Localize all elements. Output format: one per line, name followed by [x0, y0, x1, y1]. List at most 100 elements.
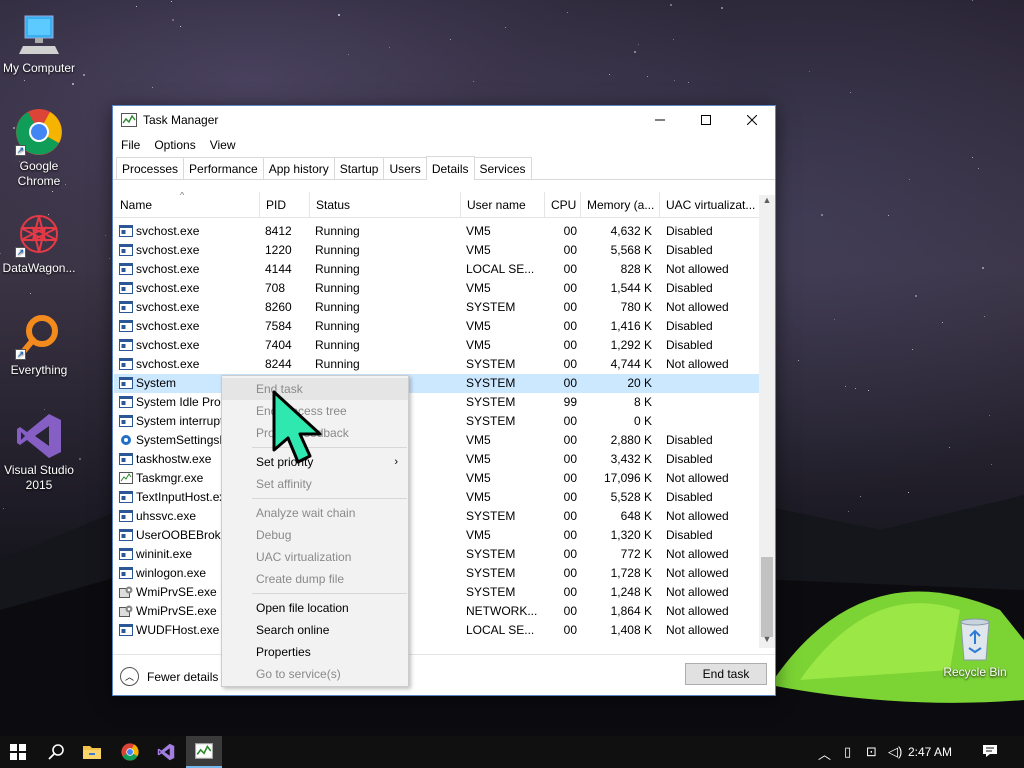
context-menu-item-properties[interactable]: Properties: [222, 641, 408, 663]
tab-users[interactable]: Users: [383, 157, 427, 179]
process-cpu: 00: [563, 452, 577, 466]
tab-strip: Processes Performance App history Startu…: [113, 156, 775, 180]
star: [674, 80, 675, 81]
close-button[interactable]: [729, 106, 775, 134]
process-icon: [119, 415, 133, 427]
taskbar-file-explorer[interactable]: [74, 736, 110, 768]
star: [673, 39, 674, 40]
tab-services[interactable]: Services: [473, 157, 532, 179]
vertical-scrollbar[interactable]: ▲ ▼: [759, 195, 775, 648]
context-menu-item-open-file-location[interactable]: Open file location: [222, 597, 408, 619]
desktop-icon-my-computer[interactable]: My Computer: [0, 10, 78, 76]
everything-search-icon: ↗: [15, 312, 63, 360]
volume-icon[interactable]: ◁): [888, 744, 902, 760]
network-icon[interactable]: ⊡: [866, 744, 877, 760]
table-row[interactable]: svchost.exe 4144 Running LOCAL SE... 00 828 K…: [114, 260, 760, 279]
process-icon: [119, 377, 133, 389]
process-uac: [666, 374, 766, 393]
menu-options[interactable]: Options: [150, 138, 199, 152]
process-icon: [119, 624, 133, 636]
tray-device-icon[interactable]: ▯: [844, 744, 851, 760]
scroll-up-icon[interactable]: ▲: [759, 195, 775, 209]
table-row[interactable]: winlogon.exe SYSTEM 00 1,728 K Not allowed: [114, 564, 760, 583]
column-header-user-name[interactable]: User name: [461, 192, 545, 218]
menu-view[interactable]: View: [206, 138, 240, 152]
table-row[interactable]: WmiPrvSE.exe NETWORK... 00 1,864 K Not allow…: [114, 602, 760, 621]
title-bar[interactable]: Task Manager: [113, 106, 775, 134]
minimize-button[interactable]: [637, 106, 683, 134]
scroll-down-icon[interactable]: ▼: [759, 634, 775, 648]
star: [30, 293, 31, 294]
process-user: VM5: [466, 319, 491, 333]
tab-startup[interactable]: Startup: [333, 157, 385, 179]
star: [505, 27, 506, 28]
table-row[interactable]: TextInputHost.ex VM5 00 5,528 K Disabled: [114, 488, 760, 507]
process-cpu: 00: [563, 509, 577, 523]
desktop-icon-everything[interactable]: ↗ Everything: [0, 312, 78, 378]
tab-details[interactable]: Details: [425, 156, 475, 180]
column-header-pid[interactable]: PID: [260, 192, 310, 218]
table-row[interactable]: Taskmgr.exe VM5 00 17,096 K Not allowed: [114, 469, 760, 488]
process-memory: 1,544 K: [610, 281, 652, 295]
process-cpu: 00: [563, 604, 577, 618]
taskbar-task-manager[interactable]: [186, 736, 222, 768]
process-memory: 1,864 K: [610, 604, 652, 618]
maximize-button[interactable]: [683, 106, 729, 134]
table-row[interactable]: UserOOBEBroker VM5 00 1,320 K Disabled: [114, 526, 760, 545]
process-pid: 7404: [265, 338, 292, 352]
table-row[interactable]: uhssvc.exe SYSTEM 00 648 K Not allowed: [114, 507, 760, 526]
table-row[interactable]: svchost.exe 8244 Running SYSTEM 00 4,744 K Not…: [114, 355, 760, 374]
visual-studio-icon: [15, 412, 63, 460]
process-memory: 4,744 K: [610, 357, 652, 371]
process-name: svchost.exe: [136, 281, 200, 295]
table-row[interactable]: SystemSettingsB VM5 00 2,880 K Disabled: [114, 431, 760, 450]
table-row[interactable]: svchost.exe 7404 Running VM5 00 1,292 K Disabl…: [114, 336, 760, 355]
column-header-memory[interactable]: Memory (a...: [581, 192, 660, 218]
visual-studio-icon: [157, 743, 175, 761]
column-header-cpu[interactable]: CPU: [545, 192, 581, 218]
table-row[interactable]: taskhostw.exe VM5 00 3,432 K Disabled: [114, 450, 760, 469]
process-pid: 8260: [265, 300, 292, 314]
process-uac: Not allowed: [666, 585, 729, 599]
desktop-icon-datawagon[interactable]: ↗ DataWagon...: [0, 210, 78, 276]
table-row[interactable]: svchost.exe 708 Running VM5 00 1,544 K Disable…: [114, 279, 760, 298]
tab-performance[interactable]: Performance: [183, 157, 264, 179]
mouse-cursor-icon: [272, 390, 322, 464]
process-name: svchost.exe: [136, 319, 200, 333]
taskbar-chrome[interactable]: [112, 736, 148, 768]
process-uac: Disabled: [666, 433, 713, 447]
context-menu-item-search-online[interactable]: Search online: [222, 619, 408, 641]
table-row[interactable]: svchost.exe 8412 Running VM5 00 4,632 K Disabl…: [114, 222, 760, 241]
taskbar-search-button[interactable]: [38, 736, 74, 768]
start-button[interactable]: [0, 736, 36, 768]
taskbar-visual-studio[interactable]: [148, 736, 184, 768]
menu-file[interactable]: File: [117, 138, 144, 152]
process-user: SYSTEM: [466, 566, 516, 580]
column-header-status[interactable]: Status: [310, 192, 461, 218]
desktop-icon-recycle-bin[interactable]: Recycle Bin: [936, 614, 1014, 680]
scrollbar-thumb[interactable]: [761, 557, 773, 637]
table-row[interactable]: System SYSTEM 00 20 K: [114, 374, 760, 393]
table-row[interactable]: System interrupt SYSTEM 00 0 K: [114, 412, 760, 431]
process-user: SYSTEM: [466, 395, 516, 409]
taskbar-clock[interactable]: 2:47 AM: [908, 736, 952, 768]
star: [638, 44, 639, 45]
column-header-uac-virtualization[interactable]: UAC virtualizat...: [660, 192, 760, 218]
table-row[interactable]: svchost.exe 8260 Running SYSTEM 00 780 K Not a…: [114, 298, 760, 317]
table-row[interactable]: svchost.exe 7584 Running VM5 00 1,416 K Disabl…: [114, 317, 760, 336]
task-manager-icon: [195, 743, 213, 759]
tab-processes[interactable]: Processes: [116, 157, 185, 179]
table-row[interactable]: WmiPrvSE.exe SYSTEM 00 1,248 K Not allowed: [114, 583, 760, 602]
notifications-icon[interactable]: [982, 743, 998, 762]
table-row[interactable]: wininit.exe SYSTEM 00 772 K Not allowed: [114, 545, 760, 564]
fewer-details-toggle[interactable]: ︿ Fewer details: [120, 667, 218, 686]
desktop-icon-google-chrome[interactable]: ↗ Google Chrome: [0, 108, 78, 189]
desktop-icon-visual-studio[interactable]: Visual Studio 2015: [0, 412, 78, 493]
show-hidden-icons-chevron-icon[interactable]: ︿: [818, 744, 831, 763]
table-row[interactable]: WUDFHost.exe LOCAL SE... 00 1,408 K Not allo…: [114, 621, 760, 640]
table-row[interactable]: System Idle Proc SYSTEM 99 8 K: [114, 393, 760, 412]
column-header-name[interactable]: Name: [114, 192, 260, 218]
end-task-button[interactable]: End task: [685, 663, 767, 685]
table-row[interactable]: svchost.exe 1220 Running VM5 00 5,568 K Disabl…: [114, 241, 760, 260]
tab-app-history[interactable]: App history: [262, 157, 335, 179]
